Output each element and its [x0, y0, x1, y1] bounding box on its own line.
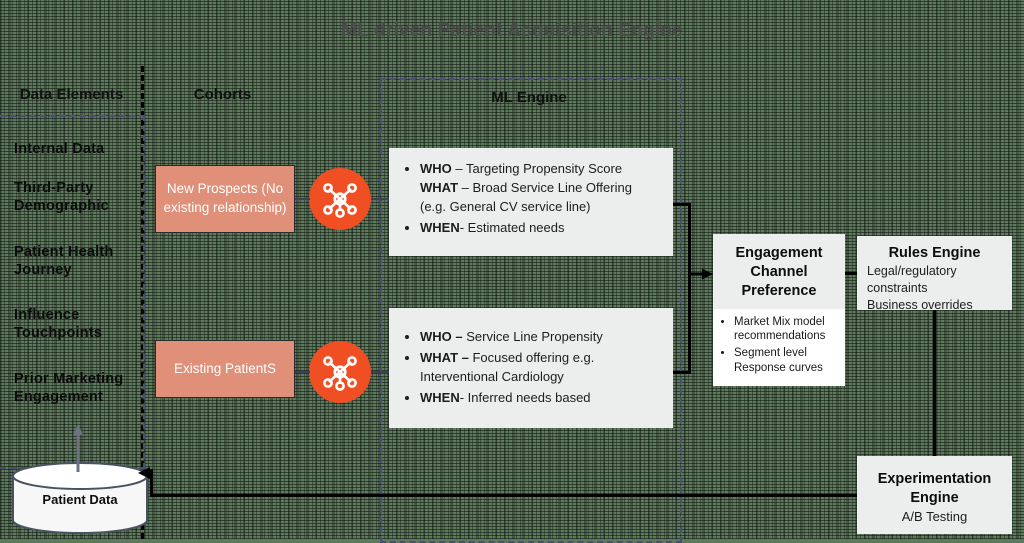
connector-engagement-to-rules [845, 272, 857, 275]
column-header-cohorts: Cohorts [193, 86, 252, 103]
ml-box2-who-rest: Service Line Propensity [462, 329, 603, 344]
cohort-box-existing-patients[interactable]: Existing PatientS [155, 340, 295, 398]
ml-box2-bullet-what: WHAT – Focused offering e.g. Interventio… [420, 349, 659, 387]
ml-box1-bullet-strong-2: WHAT [420, 179, 459, 195]
arrow-feedback-to-left [138, 466, 154, 484]
arrow-bracket-to-engagement [688, 267, 714, 286]
arrow-datastore-up [72, 424, 84, 477]
data-elements-group-outline [0, 115, 145, 469]
data-element-third-party-demographic: Third-Party Demographic [14, 180, 109, 215]
ml-box2-bullet-when: WHEN- Inferred needs based [420, 389, 659, 408]
column-header-data-elements: Data Elements [19, 86, 124, 103]
data-element-internal-data: Internal Data [14, 141, 105, 157]
page-title: ML driven Patient Acquisition Engine [341, 20, 683, 41]
experimentation-engine-box: Experimentation Engine A/B Testing [857, 456, 1012, 534]
rules-engine-line-1: Legal/regulatory constraints [867, 263, 957, 295]
connector-bracket-vertical [688, 203, 691, 374]
connector-cohort2-to-hub [295, 371, 310, 373]
ml-output-box-prospects: WHO – Targeting Propensity Score WHAT – … [389, 148, 673, 256]
engagement-channel-preference-box: Engagement Channel Preference Market Mix… [713, 234, 845, 387]
cohort-box-new-prospects[interactable]: New Prospects (No existing relationship) [155, 165, 295, 233]
connector-hub2-to-ml-box2 [371, 371, 389, 373]
ml-box2-who-strong: WHO – [420, 329, 463, 344]
ml-box1-when-strong: WHEN [420, 219, 460, 235]
ml-box1-when-rest: - Estimated needs [459, 219, 565, 235]
engagement-bullet-list: Market Mix model recommendations Segment… [721, 315, 839, 377]
experimentation-engine-subtitle: A/B Testing [901, 508, 968, 524]
network-hub-icon-new-prospects [309, 168, 371, 230]
ml-box1-bullet: WHO – Targeting Propensity Score WHAT – … [420, 160, 659, 217]
ml-box2-bullet-who: WHO – Service Line Propensity [420, 328, 659, 347]
patient-data-label: Patient Data [42, 492, 118, 507]
experimentation-engine-title: Experimentation Engine [877, 471, 992, 506]
rules-engine-box: Rules Engine Legal/regulatory constraint… [857, 236, 1012, 312]
engagement-title: Engagement Channel Preference [735, 245, 823, 299]
ml-box1-bullet-when: WHEN- Estimated needs [420, 219, 659, 238]
connector-rules-to-experimentation [933, 310, 936, 456]
data-element-patient-health-journey: Patient Health Journey [14, 244, 114, 279]
ml-box1-bullet-rest: – Targeting Propensity Score [451, 161, 623, 176]
ml-box2-what-strong: WHAT – [420, 349, 469, 365]
ml-box2-when-rest: - Inferred needs based [459, 389, 591, 405]
data-element-prior-marketing-engagement: Prior Marketing Engagement [14, 371, 124, 406]
network-hub-icon-existing-patients [309, 341, 371, 403]
ml-box2-bullet-list: WHO – Service Line Propensity WHAT – Foc… [403, 328, 659, 407]
engagement-bullet-2: Segment level Response curves [734, 346, 839, 376]
ml-box1-bullet-list: WHO – Targeting Propensity Score WHAT – … [403, 160, 659, 237]
ml-output-box-existing: WHO – Service Line Propensity WHAT – Foc… [389, 308, 673, 428]
column-header-ml-engine: ML Engine [491, 89, 567, 106]
rules-engine-title: Rules Engine [888, 245, 981, 261]
feedback-line-horizontal [150, 494, 857, 497]
ml-box1-bullet-strong: WHO [420, 161, 452, 176]
engagement-bullets: Market Mix model recommendations Segment… [713, 308, 845, 387]
engagement-bullet-1: Market Mix model recommendations [734, 315, 839, 345]
connector-cohort1-to-hub [295, 198, 310, 200]
connector-hub1-to-ml-box1 [371, 198, 389, 200]
ml-box2-when-strong: WHEN [420, 389, 460, 405]
data-element-influence-touchpoints: Influence Touchpoints [14, 307, 103, 342]
